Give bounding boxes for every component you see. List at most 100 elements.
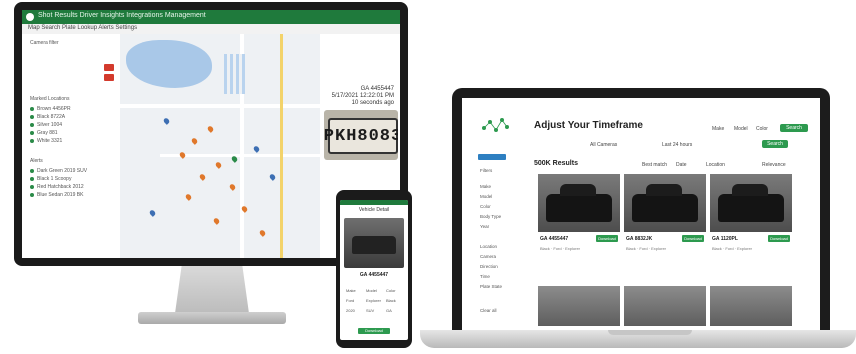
filter-cameras[interactable]: All Cameras (590, 142, 617, 148)
sidebar-row[interactable]: Silver 1004 (30, 122, 62, 128)
map-pin-icon[interactable] (212, 217, 221, 225)
map-pin-icon[interactable] (258, 229, 267, 237)
sidebar-row[interactable]: Black 1 Scoopy (30, 176, 71, 182)
location-dot-icon (30, 114, 34, 119)
sidebar-row[interactable]: Color (480, 204, 491, 209)
map-pin-icon[interactable] (252, 145, 261, 153)
desktop-subnav-text[interactable]: Map Search Plate Lookup Alerts Settings (28, 25, 137, 31)
sidebar-row-label: Black 8722A (37, 114, 66, 120)
alert-dot-icon (30, 176, 34, 181)
sidebar-row[interactable]: Camera (480, 254, 496, 259)
card-plate: GA 1120PL (712, 236, 738, 242)
phone-header: Vehicle Detail (358, 207, 390, 213)
result-card-photo[interactable] (624, 286, 706, 326)
sidebar-tab-active[interactable] (478, 154, 506, 160)
sidebar-row: Alerts (30, 158, 43, 164)
sidebar-row[interactable]: Body Type (480, 214, 501, 219)
filter-timeframe[interactable]: Last 24 hours (662, 142, 692, 148)
download-button[interactable]: Download (596, 235, 618, 242)
filter-color[interactable]: Color (756, 126, 768, 132)
sort-option[interactable]: Date (676, 162, 687, 168)
map-parking-blocks (224, 54, 246, 94)
filter-make[interactable]: Make (712, 126, 724, 132)
vehicle-shape (632, 184, 698, 222)
map-pin-icon[interactable] (148, 209, 157, 217)
map-pin-icon[interactable] (184, 193, 193, 201)
result-card[interactable]: GA 8832JK Download Black · Ford · Explor… (624, 174, 706, 266)
results-count: 500K Results (534, 160, 578, 167)
card-meta: Black · Ford · Explorer (712, 246, 753, 251)
sidebar-row[interactable]: Model (480, 194, 492, 199)
result-card[interactable]: GA 1120PL Download Black · Ford · Explor… (710, 174, 792, 266)
sidebar-row[interactable]: Make (480, 184, 491, 189)
map-pin-icon[interactable] (178, 151, 187, 159)
app-logo-icon (26, 13, 34, 21)
grid-cell: Model (366, 288, 377, 293)
location-dot-icon (30, 106, 34, 111)
sidebar-row[interactable]: Gray 881 (30, 130, 58, 136)
grid-cell: Ford (346, 298, 355, 303)
search-button[interactable]: Search (780, 124, 808, 132)
map-pin-icon[interactable] (206, 125, 215, 133)
sidebar-row-label: Gray 881 (37, 130, 58, 136)
vehicle-photo (538, 174, 620, 232)
sidebar-row[interactable]: Black 8722A (30, 114, 65, 120)
sidebar-row-label: Brown 4456PR (37, 106, 71, 112)
sidebar-row[interactable]: Plate State (480, 284, 502, 289)
phone-vehicle-photo[interactable] (344, 218, 404, 268)
sidebar-row[interactable]: Brown 4456PR (30, 106, 71, 112)
sidebar-row[interactable]: Clear all (480, 308, 497, 313)
map-pin-icon[interactable] (214, 161, 223, 169)
sort-option[interactable]: Location (706, 162, 725, 168)
sidebar-row-label: Dark Green 2019 SUV (37, 168, 88, 174)
sidebar-row[interactable]: Location (480, 244, 497, 249)
red-filter-button[interactable] (104, 74, 114, 81)
sidebar-row[interactable]: Red Hatchback 2012 (30, 184, 84, 190)
card-plate: GA 4455447 (540, 236, 569, 242)
map-pin-icon[interactable] (162, 117, 171, 125)
apply-button[interactable]: Search (762, 140, 788, 148)
sidebar-row-label: Black 1 Scoopy (37, 176, 72, 182)
card-plate: GA 8832JK (626, 236, 653, 242)
sidebar-row: Camera filter (30, 40, 59, 46)
download-button[interactable]: Download (682, 235, 704, 242)
capture-timestamp: 5/17/2021 12:22:01 PM (331, 93, 394, 99)
laptop: Adjust Your Timeframe Make Model Color S… (452, 88, 830, 332)
sort-option[interactable]: Relevance (762, 162, 786, 168)
desktop-topbar-text[interactable]: Shot Results Driver Insights Integration… (38, 12, 206, 19)
sidebar-row[interactable]: Direction (480, 264, 498, 269)
sidebar-row[interactable]: Dark Green 2019 SUV (30, 168, 87, 174)
red-filter-button[interactable] (104, 64, 114, 71)
laptop-notch (608, 330, 692, 335)
result-card[interactable]: GA 4455447 Download Black · Ford · Explo… (538, 174, 620, 266)
grid-cell: 2020 (346, 308, 355, 313)
alert-dot-icon (30, 192, 34, 197)
sidebar-row-label: Blue Sedan 2019 BK (37, 192, 84, 198)
grid-cell: SUV (366, 308, 375, 313)
capture-age: 10 seconds ago (351, 100, 394, 106)
vehicle-shape (718, 184, 784, 222)
filter-model[interactable]: Model (734, 126, 748, 132)
sidebar-row: Filters (480, 168, 493, 173)
sort-option[interactable]: Best match (642, 162, 667, 168)
download-button[interactable]: Download (768, 235, 790, 242)
map-pin-icon[interactable] (228, 183, 237, 191)
sidebar-row[interactable]: White 3321 (30, 138, 62, 144)
desktop-topbar: Shot Results Driver Insights Integration… (22, 10, 400, 24)
map-view[interactable] (120, 34, 320, 258)
map-pin-icon[interactable] (190, 137, 199, 145)
phone-download-button[interactable]: Download (358, 328, 390, 334)
result-card-photo[interactable] (538, 286, 620, 326)
card-meta: Black · Ford · Explorer (540, 246, 581, 251)
license-plate: PKH8083 (324, 118, 398, 154)
map-pin-icon[interactable] (268, 173, 277, 181)
plate-state-number: GA 4455447 (360, 86, 394, 92)
sidebar-row[interactable]: Time (480, 274, 490, 279)
map-highway (280, 34, 283, 258)
plate-photo[interactable]: PKH8083 (324, 110, 398, 160)
result-card-photo[interactable] (710, 286, 792, 326)
phone-plate: GA 4455447 (359, 272, 389, 278)
sidebar-row[interactable]: Blue Sedan 2019 BK (30, 192, 83, 198)
sidebar-row[interactable]: Year (480, 224, 489, 229)
map-pin-icon[interactable] (198, 173, 207, 181)
